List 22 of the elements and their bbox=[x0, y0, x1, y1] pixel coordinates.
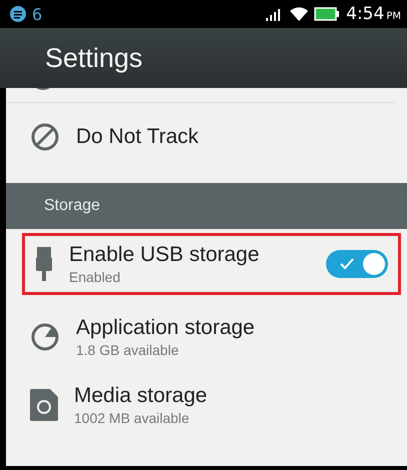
toggle-switch[interactable] bbox=[326, 250, 388, 278]
highlighted-setting-row[interactable]: Enable USB storage Enabled bbox=[22, 233, 401, 295]
notification-count: 6 bbox=[32, 4, 42, 24]
check-icon bbox=[340, 258, 354, 270]
setting-title: Enable USB storage bbox=[69, 243, 260, 267]
setting-title: Media storage bbox=[74, 384, 208, 408]
clock-meridiem: PM bbox=[386, 11, 401, 22]
wifi-icon bbox=[290, 7, 308, 21]
header-title: Settings bbox=[45, 42, 143, 74]
blocked-icon bbox=[30, 122, 60, 152]
setting-subtitle: 1.8 GB available bbox=[76, 342, 180, 358]
setting-subtitle: 1002 MB available bbox=[74, 410, 190, 426]
setting-subtitle: Enabled bbox=[69, 269, 122, 285]
usb-plug-icon bbox=[35, 247, 53, 281]
battery-icon bbox=[314, 7, 340, 21]
clock-time: 4:54 bbox=[346, 4, 384, 24]
notification-icon bbox=[10, 6, 26, 22]
sd-card-icon bbox=[30, 389, 58, 421]
setting-title: Application storage bbox=[76, 316, 256, 340]
setting-title: Do Not Track bbox=[76, 125, 200, 149]
section-title: Storage bbox=[44, 197, 100, 215]
pie-chart-icon bbox=[30, 322, 60, 352]
